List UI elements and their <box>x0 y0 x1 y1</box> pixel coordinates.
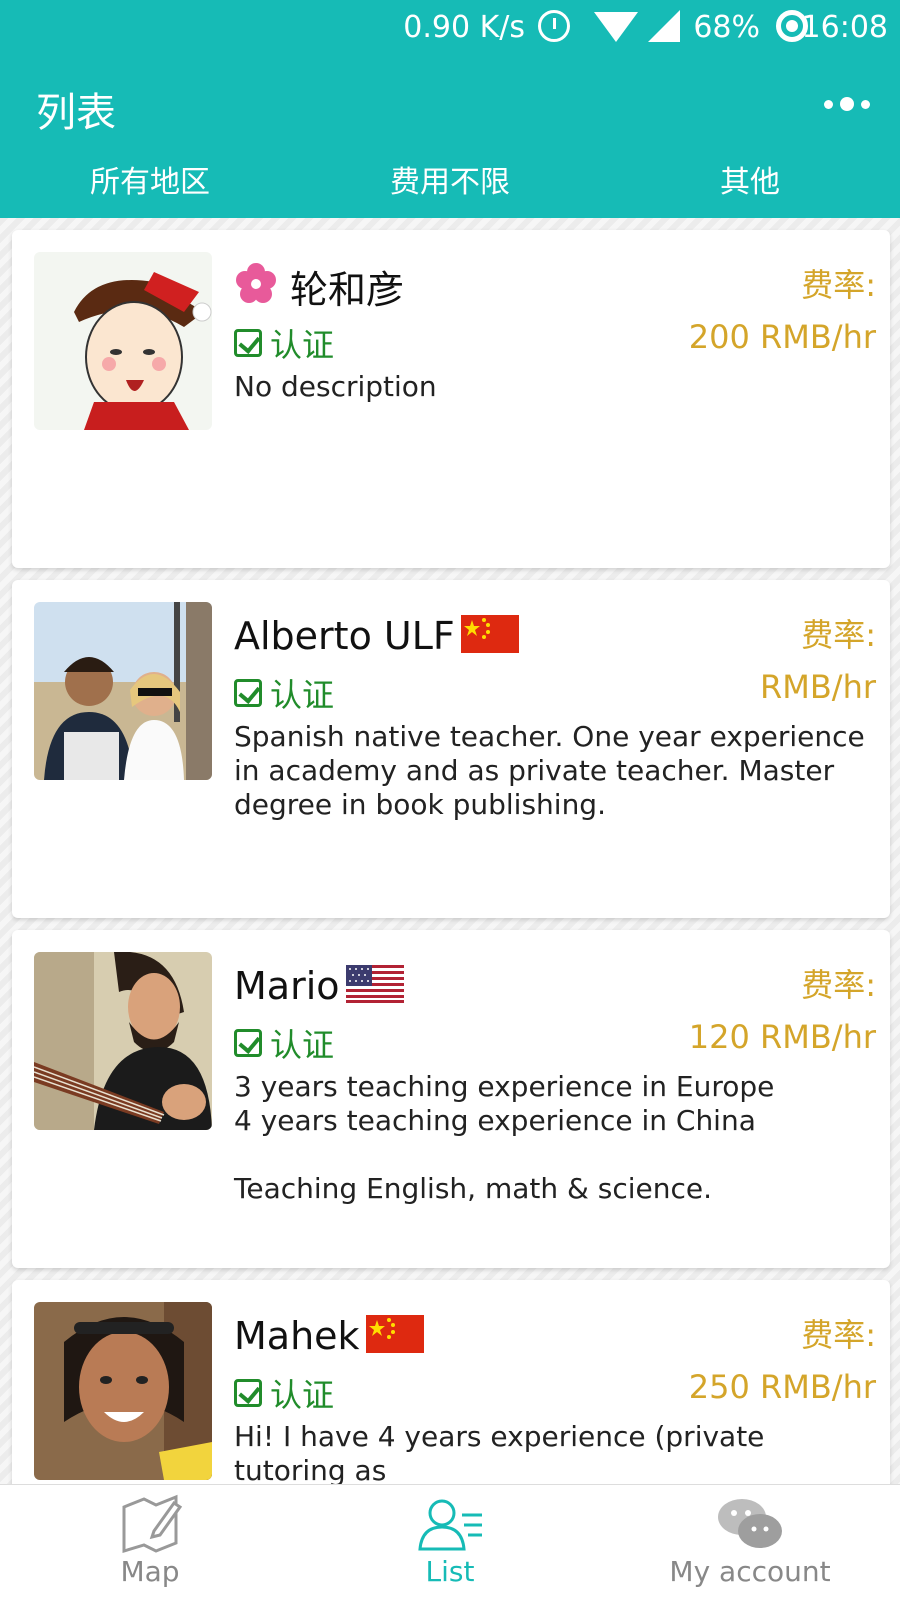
check-square-icon <box>234 1029 262 1057</box>
tab-list[interactable]: List <box>300 1485 600 1600</box>
wifi-icon <box>594 12 638 42</box>
teacher-description: Hi! I have 4 years experience (private t… <box>234 1420 765 1484</box>
teacher-description: Spanish native teacher. One year experie… <box>234 720 865 821</box>
filter-bar: 所有地区 费用不限 其他 <box>0 160 900 210</box>
rate-label: 费率: <box>801 966 876 1004</box>
verified-badge: 认证 <box>234 1020 334 1066</box>
teacher-description: No description <box>234 370 437 403</box>
bottom-tab-bar: Map List My account <box>0 1484 900 1600</box>
rate-value: RMB/hr <box>759 668 876 706</box>
teacher-description: 3 years teaching experience in Europe 4 … <box>234 1070 775 1205</box>
verified-label: 认证 <box>270 1026 335 1064</box>
check-square-icon <box>234 679 262 707</box>
tab-map-label: Map <box>120 1555 180 1588</box>
filter-fee[interactable]: 费用不限 <box>300 160 600 210</box>
tab-my-account-label: My account <box>669 1555 831 1588</box>
list-user-icon <box>418 1499 482 1551</box>
teacher-name: 轮和彦 <box>290 267 405 312</box>
tab-list-label: List <box>425 1555 475 1588</box>
rate-label: 费率: <box>801 1316 876 1354</box>
teacher-name: Mahek <box>234 1314 360 1358</box>
teacher-card[interactable]: 轮和彦 费率: 200 RMB/hr 认证 No description <box>12 230 890 568</box>
usa-flag-icon <box>345 965 404 1007</box>
china-flag-icon <box>460 615 519 657</box>
clock: 16:08 <box>801 10 888 45</box>
rate-label: 费率: <box>801 616 876 654</box>
verified-badge: 认证 <box>234 1370 334 1416</box>
verified-label: 认证 <box>270 326 335 364</box>
teacher-name: Mario <box>234 964 340 1008</box>
tab-my-account[interactable]: My account <box>600 1485 900 1600</box>
avatar <box>34 1302 212 1480</box>
avatar <box>34 252 212 430</box>
china-flag-icon <box>365 1315 424 1357</box>
signal-icon <box>648 10 680 42</box>
battery-level: 68% <box>693 10 760 45</box>
wechat-icon <box>718 1499 782 1548</box>
filter-region[interactable]: 所有地区 <box>0 160 300 210</box>
rate-value: 250 RMB/hr <box>688 1368 876 1406</box>
rate-label: 费率: <box>801 266 876 304</box>
check-square-icon <box>234 1379 262 1407</box>
verified-label: 认证 <box>270 1376 335 1414</box>
more-dots-icon[interactable] <box>824 96 870 112</box>
teacher-list[interactable]: 轮和彦 费率: 200 RMB/hr 认证 No description Alb… <box>0 218 900 1484</box>
verified-label: 认证 <box>270 676 335 714</box>
teacher-card[interactable]: Mario 费率: 120 RMB/hr 认证 3 years teaching… <box>12 930 890 1268</box>
tab-map[interactable]: Map <box>0 1485 300 1600</box>
teacher-card[interactable]: Alberto ULF 费率: RMB/hr 认证 Spanish native… <box>12 580 890 918</box>
verified-badge: 认证 <box>234 320 334 366</box>
page-title: 列表 <box>36 90 116 136</box>
map-icon <box>122 1494 183 1554</box>
app-header: 0.90 K/s 68% 16:08 列表 所有地区 费用不限 其他 <box>0 0 900 218</box>
teacher-card[interactable]: Mahek 费率: 250 RMB/hr 认证 Hi! I have 4 yea… <box>12 1280 890 1484</box>
rate-value: 200 RMB/hr <box>688 318 876 356</box>
flower-flag-icon <box>234 262 278 310</box>
check-square-icon <box>234 329 262 357</box>
network-speed: 0.90 K/s <box>403 10 525 45</box>
avatar <box>34 602 212 780</box>
teacher-name: Alberto ULF <box>234 614 455 658</box>
alarm-icon <box>538 10 570 42</box>
filter-other[interactable]: 其他 <box>600 160 900 210</box>
status-bar: 0.90 K/s 68% 16:08 <box>0 0 900 54</box>
verified-badge: 认证 <box>234 670 334 716</box>
avatar <box>34 952 212 1130</box>
rate-value: 120 RMB/hr <box>688 1018 876 1056</box>
